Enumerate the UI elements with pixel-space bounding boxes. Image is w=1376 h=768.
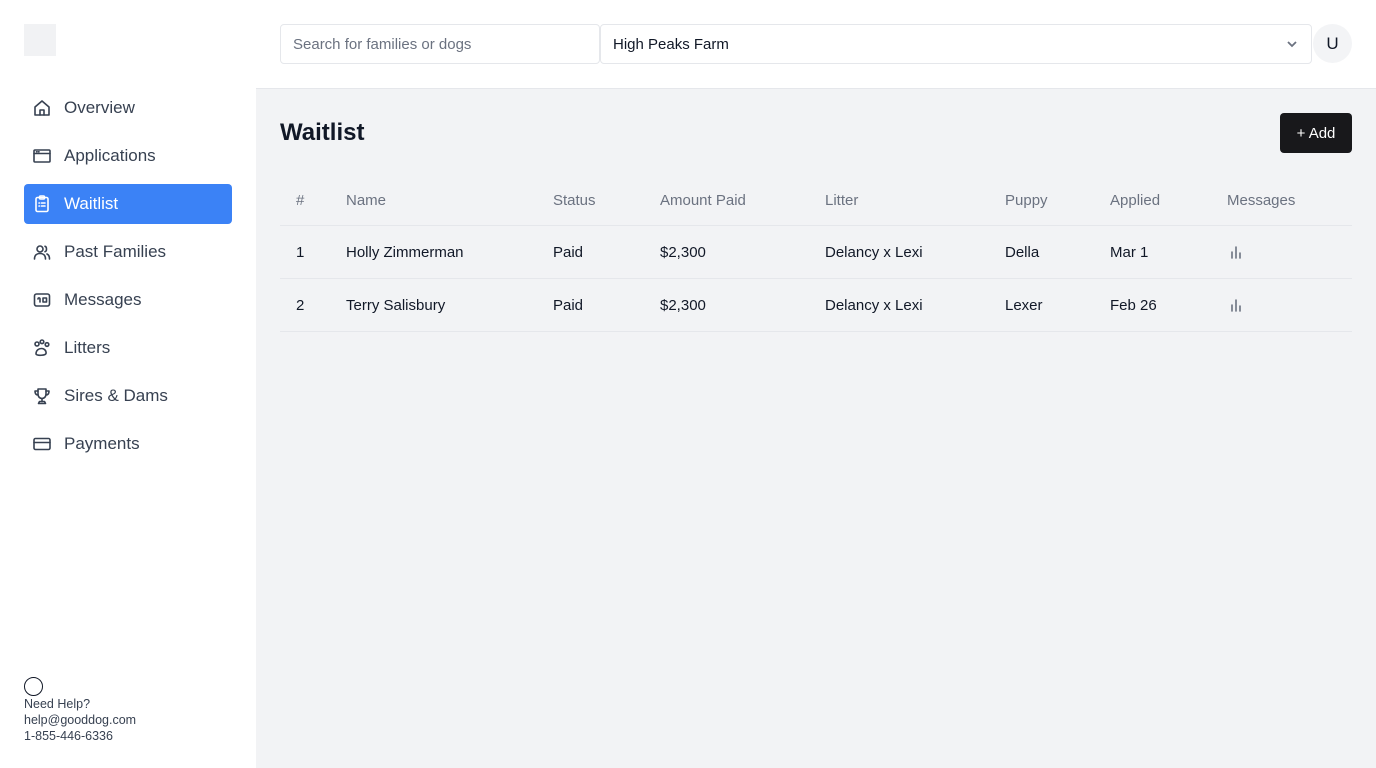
- row-number: 2: [296, 296, 305, 314]
- sidebar-item-litters[interactable]: Litters: [24, 328, 232, 368]
- help-title: Need Help?: [24, 697, 91, 711]
- bar-chart-icon[interactable]: [1227, 279, 1245, 331]
- table-header: # Name Status Amount Paid Litter Puppy A…: [280, 175, 1352, 226]
- row-name[interactable]: Terry Salisbury: [346, 279, 445, 331]
- row-litter: Delancy x Lexi: [825, 296, 923, 314]
- avatar[interactable]: U: [1313, 24, 1352, 63]
- sidebar-item-label: Payments: [64, 434, 140, 453]
- column-header-messages[interactable]: Messages: [1227, 175, 1295, 225]
- sidebar-item-label: Waitlist: [64, 194, 119, 213]
- home-icon: [32, 98, 52, 118]
- row-puppy: Della: [1005, 243, 1040, 261]
- bar-chart-icon[interactable]: [1227, 226, 1245, 278]
- credit-card-icon: [32, 434, 52, 454]
- sidebar-item-applications[interactable]: Applications: [24, 136, 232, 176]
- help-circle-icon: [24, 677, 43, 696]
- help-section: Need Help? help@gooddog.com 1-855-446-63…: [24, 677, 136, 744]
- sidebar-item-overview[interactable]: Overview: [24, 88, 232, 128]
- sidebar-nav: Overview Applications Waitlist Past Fami…: [24, 88, 232, 472]
- paw-icon: [32, 338, 52, 358]
- sidebar-item-waitlist[interactable]: Waitlist: [24, 184, 232, 224]
- row-status: Paid: [553, 296, 584, 314]
- farm-select-value: High Peaks Farm: [613, 35, 729, 53]
- help-email[interactable]: help@gooddog.com: [24, 712, 136, 728]
- sidebar-item-label: Sires & Dams: [64, 386, 168, 405]
- sidebar-item-label: Past Families: [64, 242, 167, 261]
- page-title: Waitlist: [280, 119, 365, 146]
- sidebar-item-messages[interactable]: Messages: [24, 280, 232, 320]
- row-puppy: Lexer: [1005, 296, 1043, 314]
- message-icon: [32, 290, 52, 310]
- app-root: Overview Applications Waitlist Past Fami…: [0, 0, 1376, 768]
- row-amount-paid: $2,300: [660, 296, 706, 314]
- row-name[interactable]: Holly Zimmerman: [346, 226, 464, 278]
- sidebar-item-label: Messages: [64, 290, 142, 309]
- logo[interactable]: [24, 24, 56, 56]
- clipboard-list-icon: [32, 194, 52, 214]
- trophy-icon: [32, 386, 52, 406]
- row-status: Paid: [553, 243, 584, 261]
- sidebar-item-past-families[interactable]: Past Families: [24, 232, 232, 272]
- add-button[interactable]: + Add: [1280, 113, 1352, 153]
- column-header-status[interactable]: Status: [553, 175, 596, 225]
- help-phone[interactable]: 1-855-446-6336: [24, 728, 136, 744]
- search-input[interactable]: [280, 24, 600, 64]
- chevron-down-icon: [1285, 37, 1299, 51]
- column-header-number[interactable]: #: [296, 175, 304, 225]
- column-header-litter[interactable]: Litter: [825, 175, 858, 225]
- sidebar-item-label: Applications: [64, 146, 156, 165]
- column-header-puppy[interactable]: Puppy: [1005, 175, 1048, 225]
- table-row[interactable]: 2 Terry Salisbury Paid $2,300 Delancy x …: [280, 279, 1352, 332]
- table-row[interactable]: 1 Holly Zimmerman Paid $2,300 Delancy x …: [280, 226, 1352, 279]
- waitlist-table: # Name Status Amount Paid Litter Puppy A…: [280, 175, 1352, 332]
- topbar: High Peaks Farm U: [256, 0, 1376, 89]
- row-number: 1: [296, 243, 305, 261]
- row-applied: Mar 1: [1110, 243, 1149, 261]
- sidebar-item-label: Litters: [64, 338, 111, 357]
- column-header-amount-paid[interactable]: Amount Paid: [660, 175, 746, 225]
- main-content: Waitlist + Add # Name Status Amount Paid…: [256, 89, 1376, 768]
- row-amount-paid: $2,300: [660, 243, 706, 261]
- sidebar: Overview Applications Waitlist Past Fami…: [0, 0, 256, 768]
- farm-select[interactable]: High Peaks Farm: [600, 24, 1312, 64]
- sidebar-item-sires-dams[interactable]: Sires & Dams: [24, 376, 232, 416]
- browser-window-icon: [32, 146, 52, 166]
- column-header-name[interactable]: Name: [346, 175, 386, 225]
- row-litter: Delancy x Lexi: [825, 243, 923, 261]
- sidebar-item-label: Overview: [64, 98, 135, 117]
- sidebar-item-payments[interactable]: Payments: [24, 424, 232, 464]
- row-applied: Feb 26: [1110, 296, 1157, 314]
- users-icon: [32, 242, 52, 262]
- column-header-applied[interactable]: Applied: [1110, 175, 1160, 225]
